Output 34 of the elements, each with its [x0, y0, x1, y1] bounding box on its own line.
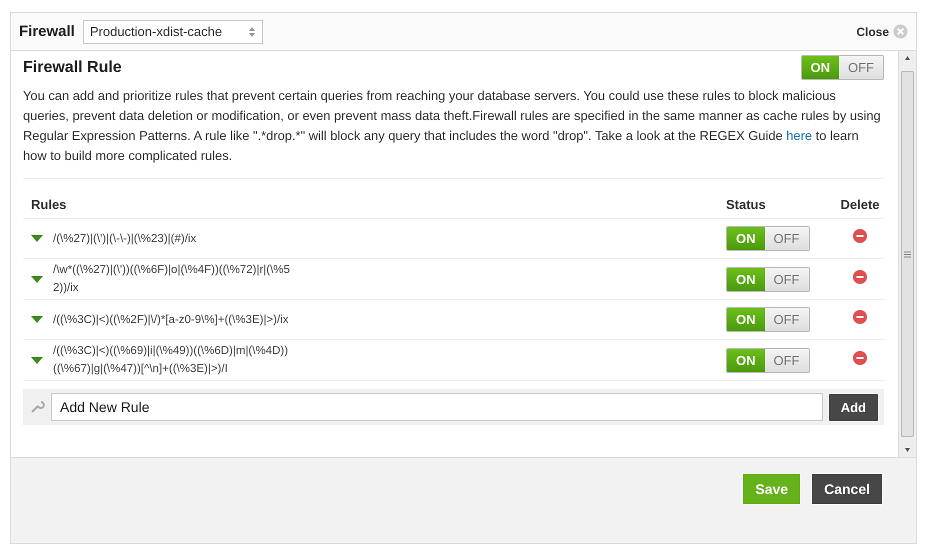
column-header: Status	[726, 197, 766, 212]
delete-icon[interactable]	[853, 270, 867, 284]
rule-pattern: /((\%3C)|<)((\%2F)|\/)*[a-z0-9\%]+((\%3E)|>)/ix	[53, 312, 290, 328]
delete-icon[interactable]	[853, 229, 867, 243]
expand-arrow-icon[interactable]	[31, 276, 43, 282]
expand-arrow-icon[interactable]	[31, 235, 43, 242]
on-off-toggle[interactable]: ON OFF	[800, 55, 884, 80]
close-icon	[893, 24, 908, 39]
cache-select[interactable]: Production-xdist-cache	[82, 20, 263, 44]
wrench-icon	[29, 399, 45, 415]
close-button[interactable]: Close	[856, 24, 908, 39]
delete-icon[interactable]	[853, 310, 867, 324]
expand-arrow-icon[interactable]	[31, 356, 43, 364]
save-button[interactable]: Save	[743, 474, 800, 504]
spinner-arrows-icon	[248, 26, 256, 38]
rule-pattern: /(\%27)|(\')|(\-\-)|(\%23)|(#)/ix	[53, 232, 198, 246]
expand-arrow-icon[interactable]	[31, 316, 43, 323]
here-link[interactable]: here	[786, 128, 812, 143]
on-off-toggle[interactable]: ON OFF	[726, 348, 810, 372]
description-text: You can add and prioritize rules that prevent certain queries from reaching your database servers. You could use these rules to block malicious queries, prevent data deletion or modification, or even prevent mass data theft.Firewall rules are specified in the same manner as cache rules by using Regular Expression Patterns. A rule like ".*drop.*" will block any query that includes the word "drop". Take a look at the REGEX Guide here to learn how to build more complicated rules.	[23, 86, 884, 179]
on-off-toggle[interactable]: ON OFF	[726, 307, 810, 332]
delete-icon[interactable]	[853, 350, 867, 364]
on-off-toggle[interactable]: ON OFF	[726, 266, 810, 292]
column-header: Delete	[840, 197, 880, 212]
scrollbar-thumb[interactable]	[901, 71, 914, 437]
add-button[interactable]: Add	[828, 394, 878, 420]
section-title: Firewall Rule	[23, 58, 122, 76]
rule-pattern: /\w*((\%27)|(\'))((\%6F)|o|(\%4F))((\%72)|r|(\%52))/ix	[53, 263, 291, 296]
new-rule-field[interactable]: Add New Rule	[51, 393, 823, 421]
dialog-title: Firewall	[19, 23, 75, 40]
cancel-button[interactable]: Cancel	[812, 474, 882, 504]
rule-pattern: /((\%3C)|<)((\%69)|i|(\%49))((\%6D)|m|(\%4D))((\%67)|g|(\%47))[^\n]+((\%3E)|>)/I	[53, 344, 290, 377]
on-off-toggle[interactable]: ON OFF	[726, 226, 810, 251]
column-header: Rules	[31, 197, 66, 212]
